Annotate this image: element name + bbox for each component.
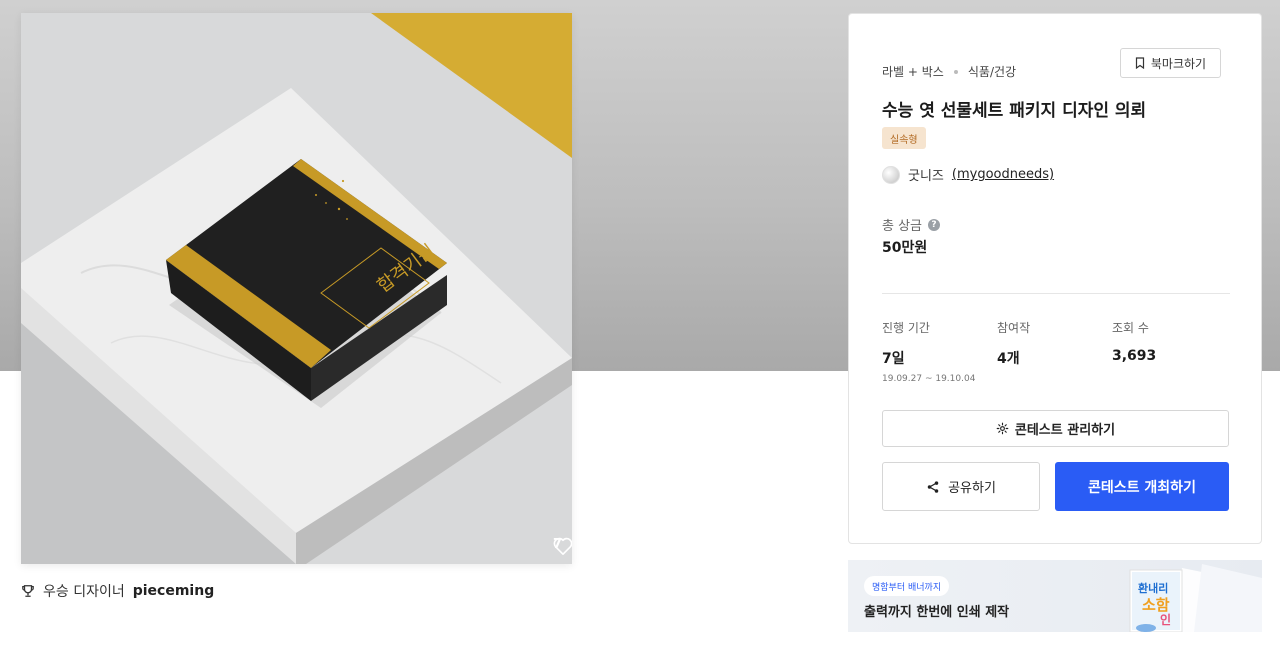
breadcrumb-separator: [953, 69, 958, 74]
host-contest-button[interactable]: 콘테스트 개최하기: [1055, 462, 1229, 511]
package-mockup-illustration: 합격기원: [21, 13, 572, 564]
share-icon: [927, 480, 939, 493]
contest-info-card: 라벨 + 박스 식품/건강 북마크하기 수능 엿 선물세트 패키지 디자인 의뢰…: [848, 13, 1262, 544]
host-handle-link[interactable]: (mygoodneeds): [952, 167, 1054, 182]
manage-contest-button[interactable]: 콘테스트 관리하기: [882, 410, 1229, 447]
contest-title: 수능 엿 선물세트 패키지 디자인 의뢰: [882, 101, 1147, 121]
prize-label-text: 총 상금: [882, 219, 923, 234]
participants-value: 4개: [997, 351, 1020, 367]
contest-main-image[interactable]: 합격기원 7: [21, 13, 572, 564]
prize-label: 총 상금 ?: [882, 215, 941, 234]
period-range: 19.09.27 ~ 19.10.04: [882, 374, 976, 384]
banner-headline: 출력까지 한번에 인쇄 제작: [864, 605, 1010, 620]
breadcrumb: 라벨 + 박스 식품/건강: [882, 63, 1016, 80]
like-button[interactable]: 7: [553, 537, 572, 555]
stat-participants: 참여작 4개: [997, 319, 1030, 368]
views-label: 조회 수: [1112, 321, 1149, 335]
heart-icon: [553, 537, 572, 555]
manage-contest-label: 콘테스트 관리하기: [1014, 423, 1116, 438]
gear-icon: [996, 422, 1009, 435]
prize-value: 50만원: [882, 240, 928, 256]
period-label: 진행 기간: [882, 321, 930, 335]
banner-chip: 명함부터 배너까지: [864, 576, 950, 596]
category-primary[interactable]: 라벨 + 박스: [882, 63, 944, 80]
share-label: 공유하기: [948, 481, 996, 496]
period-value: 7일: [882, 351, 905, 367]
help-icon[interactable]: ?: [928, 218, 941, 231]
printed-materials-illustration: 환내리 소함 인: [1129, 564, 1262, 632]
stat-period: 진행 기간 7일 19.09.27 ~ 19.10.04: [882, 319, 975, 384]
host-name: 굿니즈: [908, 169, 944, 184]
designer-name-link[interactable]: pieceming: [133, 583, 214, 599]
stat-views: 조회 수 3,693: [1112, 319, 1156, 364]
bookmark-icon: [1135, 57, 1144, 69]
host-info[interactable]: 굿니즈 (mygoodneeds): [882, 165, 1054, 184]
views-value: 3,693: [1112, 348, 1157, 364]
trophy-icon: [22, 585, 34, 597]
share-button[interactable]: 공유하기: [882, 462, 1040, 511]
bookmark-label: 북마크하기: [1150, 56, 1207, 71]
bookmark-button[interactable]: 북마크하기: [1120, 48, 1221, 78]
svg-text:소함: 소함: [1142, 596, 1170, 614]
print-service-banner[interactable]: 명함부터 배너까지 출력까지 한번에 인쇄 제작 환내리 소함 인: [848, 560, 1262, 632]
participants-label: 참여작: [997, 321, 1031, 335]
svg-text:인: 인: [1160, 612, 1171, 627]
winning-designer: 우승 디자이너 pieceming: [21, 581, 214, 601]
package-tier-badge: 실속형: [882, 127, 926, 149]
host-avatar: [882, 165, 900, 184]
svg-text:환내리: 환내리: [1138, 581, 1168, 595]
divider: [882, 293, 1230, 294]
category-secondary[interactable]: 식품/건강: [968, 63, 1016, 80]
designer-prefix: 우승 디자이너: [43, 584, 125, 600]
